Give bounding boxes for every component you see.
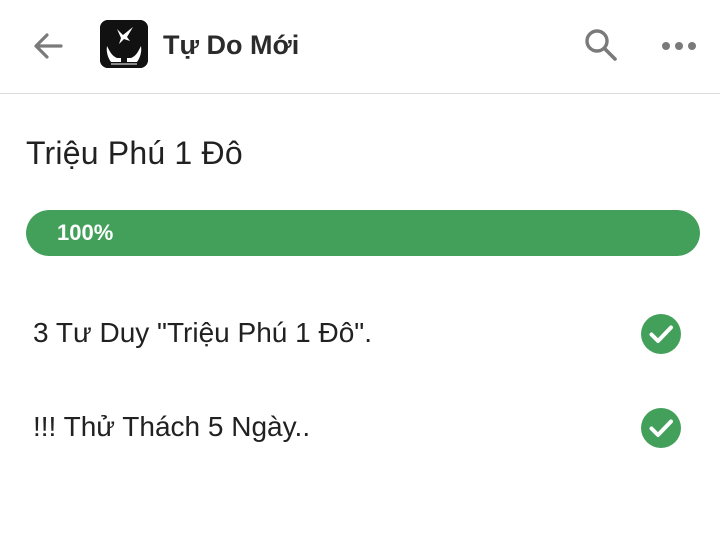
app-logo-icon [100,20,148,68]
check-circle-icon [641,314,681,354]
more-horizontal-icon [662,42,696,50]
search-button[interactable] [578,22,624,68]
course-progress-bar: 100% [26,210,700,256]
lesson-title: !!! Thử Thách 5 Ngày.. [33,411,311,442]
check-circle-icon [641,408,681,448]
lesson-item[interactable]: !!! Thử Thách 5 Ngày.. [0,392,720,462]
lesson-item[interactable]: 3 Tư Duy "Triệu Phú 1 Đô". [0,298,720,368]
arrow-back-icon [34,33,63,59]
lesson-title: 3 Tư Duy "Triệu Phú 1 Đô". [33,317,372,348]
more-options-button[interactable] [656,24,702,68]
progress-label: 100% [57,220,114,245]
course-title: Triệu Phú 1 Đô [26,135,243,171]
search-icon [585,29,617,61]
back-button[interactable] [26,24,70,68]
app-bar: Tự Do Mới [0,0,720,94]
progress-fill [26,210,700,256]
app-title: Tự Do Mới [163,30,300,60]
